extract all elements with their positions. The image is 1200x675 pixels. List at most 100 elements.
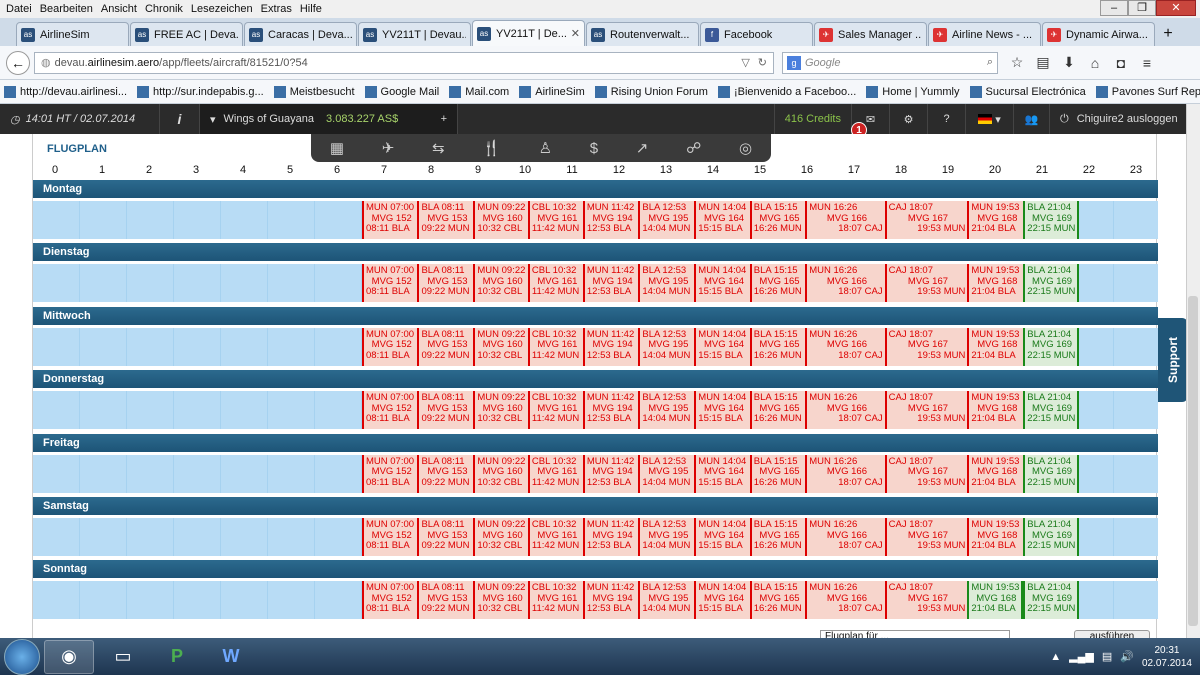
flight-block[interactable]: MUN 11:42 MVG 194 12:53 BLA	[582, 264, 639, 303]
flight-block[interactable]: CAJ 18:07 MVG 167 19:53 MUN	[884, 264, 968, 303]
scrollbar-thumb[interactable]	[1188, 296, 1198, 626]
flight-block[interactable]: MUN 14:04 MVG 164 15:15 BLA	[694, 264, 750, 303]
info-icon[interactable]: i	[160, 104, 200, 134]
flight-block[interactable]: BLA 21:04 MVG 169 22:15 MUN	[1023, 518, 1079, 556]
flight-block[interactable]: MUN 16:26 MVG 166 18:07 CAJ	[805, 327, 885, 366]
building-icon[interactable]: ▦	[330, 139, 344, 157]
flight-block[interactable]: BLA 21:04 MVG 169 22:15 MUN	[1023, 581, 1079, 620]
flight-block[interactable]: CBL 10:32 MVG 161 11:42 MUN	[527, 264, 583, 303]
search-box[interactable]: g Google ⌕	[782, 51, 998, 74]
menu-item-lesezeichen[interactable]: Lesezeichen	[189, 3, 259, 15]
flight-block[interactable]: MUN 09:22 MVG 160 10:32 CBL	[473, 454, 528, 493]
flight-block[interactable]: BLA 12:53 MVG 195 14:04 MUN	[638, 201, 695, 239]
flight-block[interactable]: MUN 16:26 MVG 166 18:07 CAJ	[805, 391, 885, 430]
start-button[interactable]	[4, 638, 40, 675]
flight-block[interactable]: CAJ 18:07 MVG 167 19:53 MUN	[884, 391, 968, 430]
flight-block[interactable]: MUN 19:53 MVG 168 21:04 BLA	[967, 264, 1024, 303]
flight-block[interactable]: CAJ 18:07 MVG 167 19:53 MUN	[884, 581, 968, 620]
bookmark-2[interactable]: Meistbesucht	[273, 85, 355, 98]
tab-7[interactable]: ✈ Sales Manager ...	[814, 22, 927, 46]
flight-block[interactable]: MUN 11:42 MVG 194 12:53 BLA	[582, 201, 639, 239]
flight-block[interactable]: MUN 09:22 MVG 160 10:32 CBL	[473, 391, 528, 430]
flight-block[interactable]: BLA 12:53 MVG 195 14:04 MUN	[638, 454, 695, 493]
flight-block[interactable]: BLA 12:53 MVG 195 14:04 MUN	[638, 581, 695, 620]
person-icon[interactable]: ♙	[539, 139, 552, 157]
flight-block[interactable]: BLA 12:53 MVG 195 14:04 MUN	[638, 264, 695, 303]
chart-line-icon[interactable]: ↗	[636, 139, 649, 157]
bookmark-0[interactable]: http://devau.airlinesi...	[4, 85, 127, 98]
flight-block[interactable]: MUN 11:42 MVG 194 12:53 BLA	[582, 391, 639, 430]
minimize-button[interactable]: –	[1100, 0, 1128, 16]
flight-block[interactable]: MUN 16:26 MVG 166 18:07 CAJ	[805, 518, 885, 556]
flight-block[interactable]: MUN 07:00 MVG 152 08:11 BLA	[362, 391, 418, 430]
tab-close-icon[interactable]: ✕	[571, 27, 580, 40]
back-button[interactable]: ←	[6, 50, 30, 75]
menu-item-extras[interactable]: Extras	[259, 3, 298, 15]
flight-block[interactable]: BLA 08:11 MVG 153 09:22 MUN	[417, 391, 474, 430]
flight-block[interactable]: CBL 10:32 MVG 161 11:42 MUN	[527, 391, 583, 430]
plus-icon[interactable]: +	[441, 113, 447, 125]
flight-block[interactable]: MUN 11:42 MVG 194 12:53 BLA	[582, 581, 639, 620]
settings-gears-icon[interactable]: ⚙	[890, 104, 928, 134]
tab-1[interactable]: as FREE AC | Deva...	[130, 22, 243, 46]
menu-item-bearbeiten[interactable]: Bearbeiten	[38, 3, 99, 15]
flight-block[interactable]: MUN 09:22 MVG 160 10:32 CBL	[473, 201, 528, 239]
bookmark-4[interactable]: Mail.com	[449, 85, 509, 98]
menu-item-chronik[interactable]: Chronik	[143, 3, 189, 15]
flight-block[interactable]: CBL 10:32 MVG 161 11:42 MUN	[527, 201, 583, 239]
dollar-icon[interactable]: $	[590, 140, 598, 157]
language-selector[interactable]: ▾	[966, 104, 1014, 134]
bookmark-7[interactable]: ¡Bienvenido a Faceboo...	[717, 85, 856, 98]
tray-arrow-icon[interactable]: ▲	[1050, 651, 1061, 663]
airline-selector[interactable]: ▾ Wings of Guayana 3.083.227 AS$ +	[200, 104, 458, 134]
flight-block[interactable]: MUN 09:22 MVG 160 10:32 CBL	[473, 327, 528, 366]
tab-4[interactable]: as YV211T | De... ✕	[472, 20, 585, 46]
flight-block[interactable]: BLA 15:15 MVG 165 16:26 MUN	[749, 454, 806, 493]
flight-block[interactable]: BLA 21:04 MVG 169 22:15 MUN	[1023, 327, 1079, 366]
flight-block[interactable]: BLA 15:15 MVG 165 16:26 MUN	[749, 201, 806, 239]
flight-block[interactable]: BLA 08:11 MVG 153 09:22 MUN	[417, 264, 474, 303]
flight-block[interactable]: CBL 10:32 MVG 161 11:42 MUN	[527, 454, 583, 493]
flight-block[interactable]: BLA 08:11 MVG 153 09:22 MUN	[417, 518, 474, 556]
bookmark-6[interactable]: Rising Union Forum	[594, 85, 708, 98]
reload-icon[interactable]: ↻	[758, 56, 767, 69]
word-icon[interactable]: W	[206, 640, 256, 674]
flight-block[interactable]: MUN 11:42 MVG 194 12:53 BLA	[582, 454, 639, 493]
users-icon[interactable]: 👥	[1014, 104, 1050, 134]
magnifier-icon[interactable]: ⌕	[987, 56, 993, 69]
explorer-folder-icon[interactable]: ▭	[98, 640, 148, 674]
plane-arrows-icon[interactable]: ⇆	[432, 139, 445, 157]
flight-block[interactable]: CAJ 18:07 MVG 167 19:53 MUN	[884, 201, 968, 239]
flight-block[interactable]: MUN 16:26 MVG 166 18:07 CAJ	[805, 581, 885, 620]
tab-9[interactable]: ✈ Dynamic Airwa...	[1042, 22, 1155, 46]
globe-info-icon[interactable]: ◎	[739, 139, 752, 157]
help-icon[interactable]: ?	[928, 104, 966, 134]
tab-5[interactable]: as Routenverwalt...	[586, 22, 699, 46]
flight-block[interactable]: MUN 19:53 MVG 168 21:04 BLA	[967, 518, 1024, 556]
flight-block[interactable]: MUN 07:00 MVG 152 08:11 BLA	[362, 518, 418, 556]
flight-block[interactable]: MUN 07:00 MVG 152 08:11 BLA	[362, 201, 418, 239]
flight-block[interactable]: CBL 10:32 MVG 161 11:42 MUN	[527, 327, 583, 366]
home-icon[interactable]: ⌂	[1082, 55, 1108, 71]
logout-button[interactable]: ⏻ Chiguire2 ausloggen	[1050, 104, 1200, 134]
flight-block[interactable]: BLA 21:04 MVG 169 22:15 MUN	[1023, 201, 1079, 239]
flight-block[interactable]: MUN 07:00 MVG 152 08:11 BLA	[362, 454, 418, 493]
dropdown-icon[interactable]: ▽	[741, 56, 749, 69]
flight-block[interactable]: MUN 14:04 MVG 164 15:15 BLA	[694, 454, 750, 493]
close-window-button[interactable]: ✕	[1156, 0, 1196, 16]
flight-block[interactable]: MUN 07:00 MVG 152 08:11 BLA	[362, 581, 418, 620]
flight-block[interactable]: MUN 19:53 MVG 168 21:04 BLA	[967, 327, 1024, 366]
flight-block[interactable]: MUN 14:04 MVG 164 15:15 BLA	[694, 391, 750, 430]
publisher-icon[interactable]: P	[152, 640, 202, 674]
bookmark-5[interactable]: AirlineSim	[519, 85, 585, 98]
flight-block[interactable]: MUN 19:53 MVG 168 21:04 BLA	[967, 391, 1024, 430]
menu-item-ansicht[interactable]: Ansicht	[99, 3, 143, 15]
bookmark-10[interactable]: Pavones Surf Report	[1095, 85, 1200, 98]
volume-icon[interactable]: 🔊	[1120, 650, 1134, 663]
seat-cutlery-icon[interactable]: 🍴	[482, 139, 501, 157]
flight-block[interactable]: MUN 11:42 MVG 194 12:53 BLA	[582, 327, 639, 366]
flight-block[interactable]: BLA 21:04 MVG 169 22:15 MUN	[1023, 264, 1079, 303]
url-bar[interactable]: ◍ devau.airlinesim.aero/app/fleets/aircr…	[34, 51, 774, 74]
tab-0[interactable]: as AirlineSim	[16, 22, 129, 46]
hamburger-menu-icon[interactable]: ≡	[1134, 55, 1160, 71]
